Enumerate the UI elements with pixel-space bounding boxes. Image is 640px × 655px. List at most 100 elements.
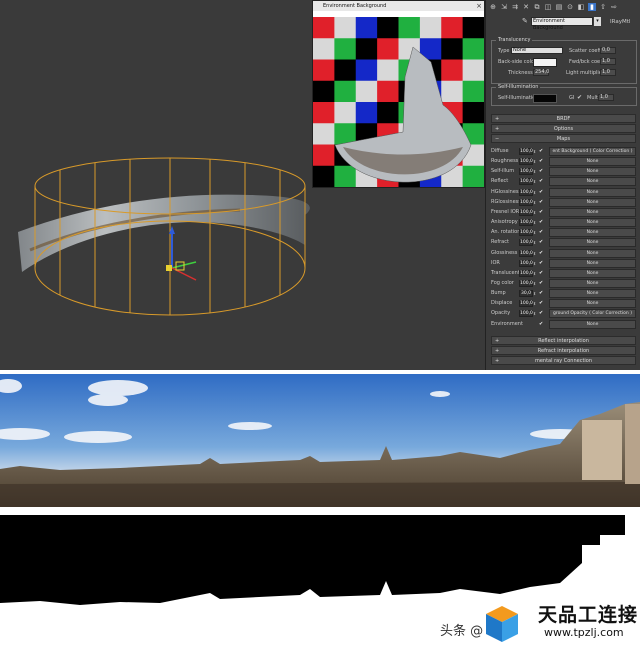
map-enable-checkbox[interactable]: ✔ (539, 219, 545, 226)
map-enable-checkbox[interactable]: ✔ (539, 280, 545, 287)
fwd-bck-field[interactable]: 1,0 (600, 58, 616, 65)
spinner-icon[interactable]: ⬍ (533, 290, 537, 297)
map-slot-button[interactable]: None (549, 248, 636, 258)
pick-material-icon[interactable]: ⊕ (489, 3, 497, 11)
map-slot-button[interactable]: None (549, 299, 636, 309)
map-amount-field[interactable]: 100,0 (519, 168, 533, 176)
map-enable-checkbox[interactable]: ✔ (539, 239, 545, 246)
map-amount-field[interactable]: 100,0 (519, 219, 533, 227)
map-slot-button[interactable]: None (549, 289, 636, 299)
map-amount-field[interactable]: 100,0 (519, 198, 533, 206)
translucency-type-select[interactable]: None (511, 47, 563, 54)
map-amount-field[interactable]: 100,0 (519, 239, 533, 247)
mult-field[interactable]: 1,0 (598, 94, 614, 101)
rollout-options[interactable]: + Options (491, 124, 636, 133)
chevron-down-icon[interactable]: ▾ (594, 17, 601, 26)
go-sibling-icon[interactable]: ⇨ (610, 3, 618, 11)
spinner-icon[interactable]: ⬍ (533, 168, 537, 175)
show-end-result-icon[interactable]: ▮ (588, 3, 596, 11)
map-enable-checkbox[interactable]: ✔ (539, 310, 545, 317)
put-to-scene-icon[interactable]: ⇲ (500, 3, 508, 11)
map-enable-checkbox[interactable]: ✔ (539, 250, 545, 257)
map-enable-checkbox[interactable]: ✔ (539, 199, 545, 206)
show-map-icon[interactable]: ◧ (577, 3, 585, 11)
map-enable-checkbox[interactable]: ✔ (539, 260, 545, 267)
map-enable-checkbox[interactable]: ✔ (539, 270, 545, 277)
rollout-brdf[interactable]: + BRDF (491, 114, 636, 123)
rollout-refract-interpolation[interactable]: + Refract interpolation (491, 346, 636, 355)
map-slot-button[interactable]: None (549, 238, 636, 248)
map-slot-button[interactable]: ground Opacity ( Color Correction ) (549, 309, 636, 319)
map-amount-field[interactable]: 30,0 (519, 290, 533, 298)
map-enable-checkbox[interactable]: ✔ (539, 321, 545, 328)
map-amount-field[interactable]: 100,0 (519, 208, 533, 216)
spinner-icon[interactable]: ⬍ (533, 270, 537, 277)
map-amount-field[interactable]: 100,0 (519, 279, 533, 287)
assign-icon[interactable]: ⇉ (511, 3, 519, 11)
go-parent-icon[interactable]: ⇧ (599, 3, 607, 11)
spinner-icon[interactable]: ⬍ (533, 148, 537, 155)
map-slot-button[interactable]: None (549, 167, 636, 177)
map-amount-field[interactable]: 100,0 (519, 148, 533, 155)
map-amount-field[interactable]: 100,0 (519, 188, 533, 196)
spinner-icon[interactable]: ⬍ (533, 219, 537, 226)
rollout-maps[interactable]: − Maps (491, 134, 636, 143)
unique-icon[interactable]: ◫ (544, 3, 552, 11)
map-enable-checkbox[interactable]: ✔ (539, 148, 545, 155)
map-enable-checkbox[interactable]: ✔ (539, 178, 545, 185)
gi-checkbox[interactable]: ✔ (577, 94, 582, 101)
map-enable-checkbox[interactable]: ✔ (539, 189, 545, 196)
library-icon[interactable]: ▤ (555, 3, 563, 11)
map-slot-button[interactable]: None (549, 207, 636, 217)
spinner-icon[interactable]: ⬍ (533, 229, 537, 236)
delete-icon[interactable]: ✕ (522, 3, 530, 11)
material-preview-window[interactable]: Environment Background × (312, 0, 485, 188)
spinner-icon[interactable]: ⬍ (533, 189, 537, 196)
map-slot-button[interactable]: None (549, 177, 636, 187)
map-slot-button[interactable]: ent Background ( Color Correction ) (549, 147, 636, 156)
self-illum-color-swatch[interactable] (533, 94, 557, 103)
rollout-mental-ray[interactable]: + mental ray Connection (491, 356, 636, 365)
map-enable-checkbox[interactable]: ✔ (539, 229, 545, 236)
map-amount-field[interactable]: 100,0 (519, 178, 533, 186)
light-mult-field[interactable]: 1,0 (600, 69, 616, 76)
map-slot-button[interactable]: None (549, 157, 636, 167)
map-slot-button[interactable]: None (549, 258, 636, 268)
spinner-icon[interactable]: ⬍ (533, 209, 537, 216)
map-slot-button[interactable]: None (549, 218, 636, 228)
spinner-icon[interactable]: ⬍ (533, 158, 537, 165)
material-id-icon[interactable]: ⊙ (566, 3, 574, 11)
map-amount-field[interactable]: 100,0 (519, 300, 533, 308)
map-slot-button[interactable]: None (549, 278, 636, 288)
spinner-icon[interactable]: ⬍ (533, 300, 537, 307)
thickness-field[interactable]: 254,0 (533, 69, 549, 76)
map-amount-field[interactable]: 100,0 (519, 158, 533, 166)
spinner-icon[interactable]: ⬍ (533, 310, 537, 317)
map-slot-button[interactable]: None (549, 197, 636, 207)
map-enable-checkbox[interactable]: ✔ (539, 209, 545, 216)
scatter-coeff-field[interactable]: 0,0 (600, 47, 616, 54)
rollout-reflect-interpolation[interactable]: + Reflect interpolation (491, 336, 636, 345)
eyedropper-icon[interactable]: ✎ (522, 17, 528, 25)
map-enable-checkbox[interactable]: ✔ (539, 158, 545, 165)
map-slot-button[interactable]: None (549, 228, 636, 238)
map-slot-button[interactable]: None (549, 268, 636, 278)
map-slot-button[interactable]: None (549, 187, 636, 197)
spinner-icon[interactable]: ⬍ (533, 250, 537, 257)
spinner-icon[interactable]: ⬍ (533, 239, 537, 246)
spinner-icon[interactable]: ⬍ (533, 260, 537, 267)
map-amount-field[interactable]: 100,0 (519, 259, 533, 267)
close-icon[interactable]: × (476, 2, 482, 10)
map-enable-checkbox[interactable]: ✔ (539, 168, 545, 175)
map-amount-field[interactable]: 100,0 (519, 229, 533, 237)
copy-icon[interactable]: ⧉ (533, 3, 541, 11)
spinner-icon[interactable]: ⬍ (533, 199, 537, 206)
map-amount-field[interactable]: 100,0 (519, 269, 533, 277)
map-enable-checkbox[interactable]: ✔ (539, 290, 545, 297)
map-amount-field[interactable]: 100,0 (519, 310, 533, 318)
map-slot-button[interactable]: None (549, 319, 636, 329)
backside-color-swatch[interactable] (533, 58, 557, 67)
material-name-field[interactable]: Environment Background (531, 17, 593, 31)
map-enable-checkbox[interactable]: ✔ (539, 300, 545, 307)
material-type-button[interactable]: IRayMtl (610, 19, 630, 25)
